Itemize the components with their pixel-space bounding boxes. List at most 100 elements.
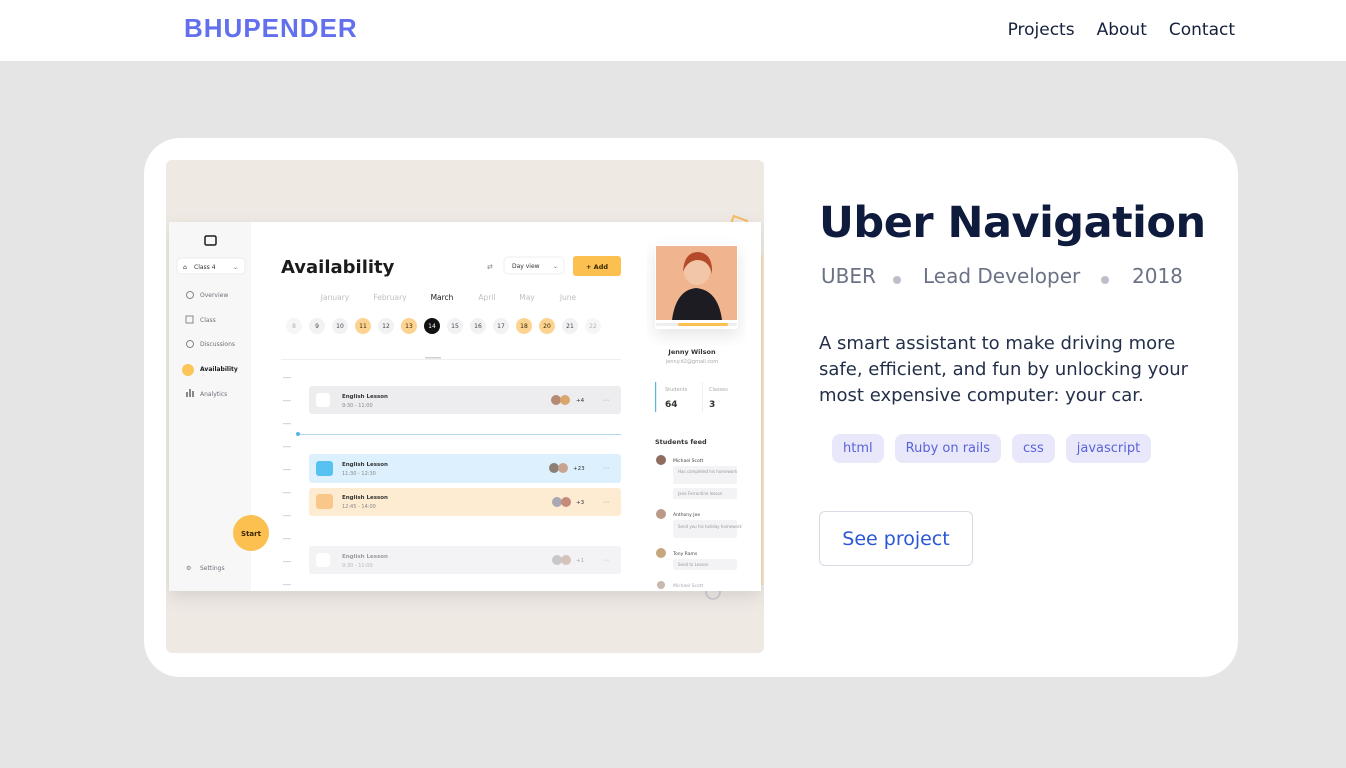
dashboard-mockup: ⌂ Class 4 ⌄ Overview Class Discussions A… (169, 214, 763, 600)
more-icon[interactable]: ⋯ (603, 397, 609, 404)
mockup-menu-analytics[interactable]: Analytics (200, 391, 227, 398)
lesson-title: English Lesson (342, 495, 388, 501)
level-bar-fill (678, 323, 728, 326)
project-card: ⌂ Class 4 ⌄ Overview Class Discussions A… (144, 138, 1238, 677)
feed-message-text: Jane Ferrantine lesson (677, 491, 723, 496)
day-chip-label: 22 (589, 323, 597, 330)
avatar (656, 548, 666, 558)
lesson-time: 9:30 - 11:00 (342, 403, 373, 409)
monitor-icon (316, 393, 330, 407)
feed-message-text: Send to Lesson (678, 562, 709, 567)
avatar (561, 555, 571, 565)
tech-tag: css (1012, 434, 1055, 463)
mockup-menu-class[interactable]: Class (200, 317, 216, 324)
lesson-time: 9:30 - 11:00 (342, 563, 373, 569)
day-chip-label: 10 (336, 323, 344, 330)
availability-icon (182, 364, 194, 376)
meta-separator-dot (893, 276, 901, 284)
lesson-title: English Lesson (342, 394, 388, 400)
day-chip-label: 21 (566, 323, 574, 330)
more-icon[interactable]: ⋯ (603, 557, 609, 564)
mockup-menu-overview[interactable]: Overview (200, 292, 228, 299)
mockup-menu-settings[interactable]: Settings (200, 565, 225, 572)
day-chip-label: 20 (543, 323, 551, 330)
add-button-label: + Add (586, 263, 608, 271)
brand-logo[interactable]: BHUPENDER (184, 13, 358, 44)
month-label-active[interactable]: March (431, 293, 454, 302)
project-company: UBER (821, 264, 876, 288)
lesson-card[interactable] (309, 488, 621, 516)
avatar (551, 395, 561, 405)
lesson-title: English Lesson (342, 462, 388, 468)
lesson-card[interactable] (309, 386, 621, 414)
day-chip-label: 8 (292, 323, 296, 330)
nav-link-projects[interactable]: Projects (1008, 20, 1075, 40)
profile-email: jenny.d2@gmail.com (665, 359, 718, 365)
profile-name: Jenny Wilson (667, 348, 716, 356)
chevron-down-icon: ⌄ (553, 263, 558, 270)
timeline-divider (281, 359, 621, 360)
avatar (657, 581, 665, 589)
project-title: Uber Navigation (819, 198, 1206, 248)
project-role: Lead Developer (923, 264, 1081, 288)
day-chip-label: 14 (428, 323, 436, 330)
day-chip-label: 11 (359, 323, 367, 330)
project-meta: UBER Lead Developer 2018 (819, 264, 1219, 292)
attendee-count: +4 (576, 398, 585, 404)
view-select-label: Day view (512, 263, 540, 270)
swap-icon: ⇄ (487, 263, 493, 271)
avatar (561, 497, 571, 507)
current-time-line (297, 434, 621, 435)
nav-link-about[interactable]: About (1097, 20, 1147, 40)
mockup-heading: Availability (281, 257, 395, 278)
students-label: Students (665, 387, 688, 393)
nav-link-contact[interactable]: Contact (1169, 20, 1235, 40)
chevron-down-icon: ⌄ (233, 264, 238, 271)
tech-tag: Ruby on rails (894, 434, 1002, 463)
monitor-icon (316, 494, 333, 509)
students-count: 64 (665, 400, 678, 410)
feed-message-text: Has completed his homework (678, 469, 738, 474)
lesson-time: 11:30 - 12:30 (342, 471, 376, 477)
nav-links: Projects About Contact (1008, 20, 1235, 40)
month-label[interactable]: January (320, 293, 350, 302)
mockup-menu-discussions[interactable]: Discussions (200, 341, 235, 348)
day-chip-label: 16 (474, 323, 482, 330)
month-label[interactable]: February (373, 293, 407, 302)
project-screenshot: ⌂ Class 4 ⌄ Overview Class Discussions A… (166, 160, 764, 653)
day-chip-label: 17 (497, 323, 505, 330)
class-select-label: Class 4 (194, 264, 216, 271)
month-label[interactable]: May (519, 293, 535, 302)
tech-tag: html (832, 434, 884, 463)
avatar (552, 497, 562, 507)
day-chip-label: 18 (520, 323, 528, 330)
analytics-icon (186, 392, 188, 397)
confetti-shape (761, 255, 763, 585)
feed-name: Michael Scott (673, 583, 704, 589)
more-icon[interactable]: ⋯ (603, 465, 609, 472)
month-label[interactable]: June (559, 293, 577, 302)
mockup-menu-availability[interactable]: Availability (200, 366, 238, 373)
feed-message-text: Send you his holiday homework (678, 524, 743, 529)
settings-icon: ⚙ (186, 565, 191, 572)
lesson-card[interactable] (309, 546, 621, 574)
avatar (560, 395, 570, 405)
class-select-icon: ⌂ (183, 264, 187, 271)
tech-tags: html Ruby on rails css javascript (832, 434, 1219, 463)
see-project-button[interactable]: See project (819, 511, 973, 566)
month-label[interactable]: April (478, 293, 495, 302)
attendee-count: +3 (576, 500, 585, 506)
more-icon[interactable]: ⋯ (603, 499, 609, 506)
stat-accent (655, 382, 657, 412)
avatar (549, 463, 559, 473)
avatar (552, 555, 562, 565)
day-chip-label: 9 (315, 323, 319, 330)
top-navbar: BHUPENDER Projects About Contact (0, 0, 1346, 61)
attendee-count: +1 (576, 558, 584, 564)
tech-tag: javascript (1065, 434, 1152, 463)
classes-count: 3 (709, 400, 715, 410)
day-chip-label: 12 (382, 323, 390, 330)
meta-separator-dot (1101, 276, 1109, 284)
day-chip-label: 15 (451, 323, 459, 330)
classes-label: Classes (709, 387, 728, 393)
